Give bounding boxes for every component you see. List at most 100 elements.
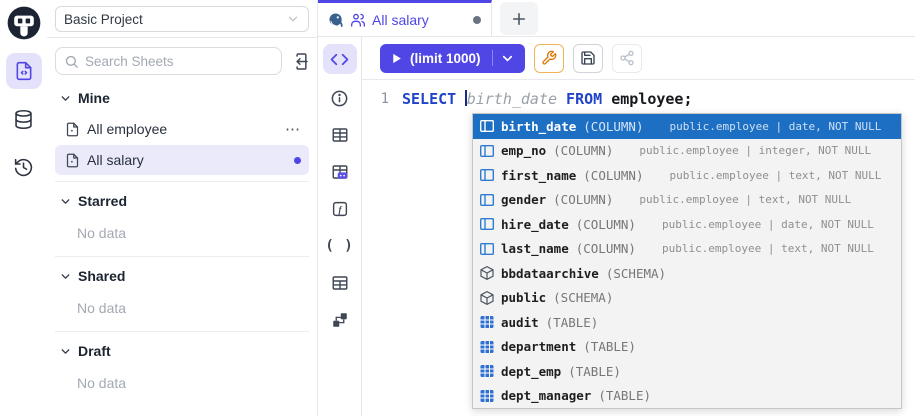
chevron-down-icon xyxy=(59,195,72,208)
tables-panel-button[interactable] xyxy=(323,120,357,150)
chevron-down-icon xyxy=(59,92,72,105)
panel-icon-strip: f ( ) xyxy=(318,37,362,416)
info-icon xyxy=(330,89,349,108)
sql-plain-text: employee; xyxy=(602,90,692,108)
import-sheet-icon[interactable] xyxy=(290,52,309,71)
section-label: Mine xyxy=(78,90,110,106)
tab-all-salary[interactable]: All salary xyxy=(318,0,492,36)
chevron-down-icon xyxy=(286,12,300,26)
sidebar-header: Basic Project xyxy=(47,0,317,38)
suggestion-row[interactable]: bbdataarchive (SCHEMA) xyxy=(473,261,901,286)
column-icon xyxy=(479,143,495,159)
section-shared: Shared No data xyxy=(55,256,309,325)
tab-dirty-dot xyxy=(473,16,481,24)
section-draft: Draft No data xyxy=(55,331,309,400)
procedures-panel-button[interactable]: ( ) xyxy=(323,231,357,261)
code-icon xyxy=(330,50,349,69)
section-draft-header[interactable]: Draft xyxy=(55,336,309,366)
code-panel-button[interactable] xyxy=(323,44,357,74)
sql-code-editor[interactable]: 1 SELECT birth_date FROM employee; birth… xyxy=(362,80,915,416)
rail-history-button[interactable] xyxy=(6,149,42,185)
suggestion-row[interactable]: dept_emp (TABLE) xyxy=(473,359,901,384)
section-starred-header[interactable]: Starred xyxy=(55,186,309,216)
section-mine[interactable]: Mine xyxy=(55,83,309,113)
suggestion-row[interactable]: audit (TABLE) xyxy=(473,310,901,335)
svg-text:f: f xyxy=(338,204,342,214)
run-query-button[interactable]: (limit 1000) xyxy=(380,44,525,73)
schema-icon xyxy=(479,290,495,306)
table-icon xyxy=(479,388,495,404)
column-icon xyxy=(479,241,495,257)
search-sheets-input[interactable] xyxy=(85,54,273,69)
functions-panel-button[interactable]: f xyxy=(323,194,357,224)
history-icon xyxy=(13,157,34,178)
table-icon xyxy=(479,314,495,330)
chevron-down-icon xyxy=(59,345,72,358)
info-panel-button[interactable] xyxy=(323,83,357,113)
parentheses-icon: ( ) xyxy=(325,238,353,254)
play-icon xyxy=(390,52,403,65)
project-selector-value: Basic Project xyxy=(64,12,143,27)
suggestion-row[interactable]: dept_manager (TABLE) xyxy=(473,384,901,409)
editor-column: (limit 1000) xyxy=(362,37,915,416)
share-icon xyxy=(619,50,635,66)
masked-table-panel-button[interactable] xyxy=(323,157,357,187)
suggestion-row[interactable]: public (SCHEMA) xyxy=(473,286,901,311)
sql-editor-app: Basic Project xyxy=(0,0,915,416)
sql-code-text: SELECT birth_date FROM employee; xyxy=(402,88,693,110)
format-sql-button[interactable] xyxy=(534,44,564,73)
suggestion-row[interactable]: department (TABLE) xyxy=(473,335,901,360)
column-icon xyxy=(479,118,495,134)
suggestion-row[interactable]: birth_date (COLUMN) public.employee | da… xyxy=(473,114,901,139)
section-label: Shared xyxy=(78,268,125,284)
search-icon xyxy=(64,54,79,69)
sheet-item-all-salary[interactable]: All salary xyxy=(55,145,309,175)
suggestion-row[interactable]: last_name (COLUMN) public.employee | tex… xyxy=(473,237,901,262)
editor-toolbar: (limit 1000) xyxy=(362,37,915,80)
sql-keyword: FROM xyxy=(557,90,602,108)
new-tab-button[interactable] xyxy=(500,2,538,35)
section-label: Draft xyxy=(78,343,111,359)
suggestion-row[interactable]: emp_no (COLUMN) public.employee | intege… xyxy=(473,139,901,164)
sheets-sidebar: Basic Project xyxy=(47,0,318,416)
sheet-item-label: All salary xyxy=(87,152,144,168)
suggestion-row[interactable]: first_name (COLUMN) public.employee | te… xyxy=(473,163,901,188)
rail-sheets-button[interactable] xyxy=(6,53,42,89)
chevron-down-icon[interactable] xyxy=(500,51,515,66)
suggestion-row[interactable]: hire_date (COLUMN) public.employee | dat… xyxy=(473,212,901,237)
tab-bar: All salary xyxy=(318,0,915,37)
section-shared-header[interactable]: Shared xyxy=(55,261,309,291)
suggestion-row[interactable]: gender (COLUMN) public.employee | text, … xyxy=(473,188,901,213)
share-sheet-button[interactable] xyxy=(612,44,642,73)
table-icon xyxy=(479,339,495,355)
function-icon: f xyxy=(331,200,349,218)
views-panel-button[interactable] xyxy=(323,268,357,298)
sheet-icon xyxy=(65,122,80,137)
left-rail xyxy=(0,0,47,416)
table-masked-icon xyxy=(331,163,349,181)
sheet-item-all-employee[interactable]: All employee ⋯ xyxy=(55,114,309,144)
line-number: 1 xyxy=(362,88,402,110)
rail-databases-button[interactable] xyxy=(6,101,42,137)
save-icon xyxy=(580,50,596,66)
sheet-item-label: All employee xyxy=(87,121,167,137)
empty-state-text: No data xyxy=(55,216,309,250)
table-rows-icon xyxy=(331,274,349,292)
column-icon xyxy=(479,216,495,232)
unsaved-dot-indicator xyxy=(294,157,301,164)
save-sheet-button[interactable] xyxy=(573,44,603,73)
empty-state-text: No data xyxy=(55,291,309,325)
project-selector[interactable]: Basic Project xyxy=(55,6,309,32)
more-actions-icon[interactable]: ⋯ xyxy=(285,122,301,137)
bytebase-logo[interactable] xyxy=(6,5,42,41)
sheet-search-row xyxy=(47,38,317,81)
search-box[interactable] xyxy=(55,47,282,75)
work-row: f ( ) xyxy=(318,37,915,416)
schema-diagram-panel-button[interactable] xyxy=(323,305,357,335)
schema-diagram-icon xyxy=(331,311,349,329)
main-area: All salary xyxy=(318,0,915,416)
database-icon xyxy=(13,109,34,130)
column-icon xyxy=(479,167,495,183)
inline-suggestion-text: birth_date xyxy=(467,90,557,108)
run-button-divider xyxy=(492,50,493,66)
